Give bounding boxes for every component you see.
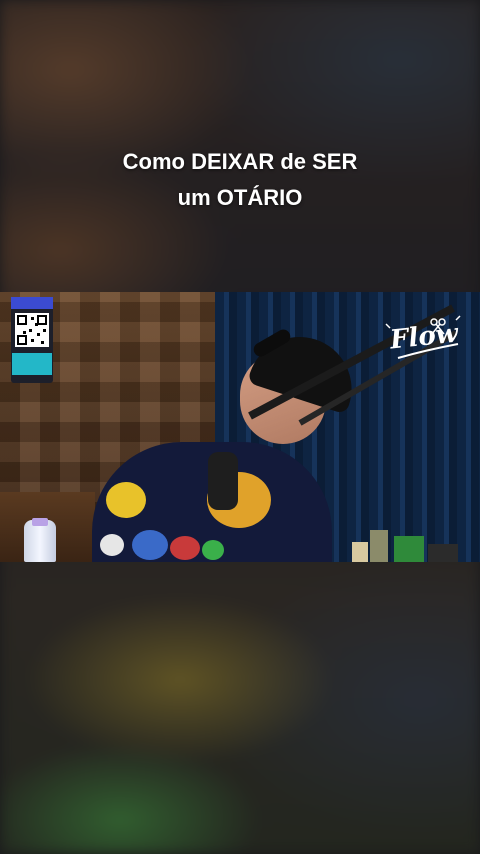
caption-line-2: um OTÁRIO [177,185,303,210]
qr-card-header [11,297,53,309]
desk-toys [352,530,458,562]
bottle-cap [32,518,48,526]
caption-line-1: Como DEIXAR de SER [122,149,358,174]
qr-code-card[interactable] [11,297,53,383]
water-bottle [24,520,56,562]
video-player[interactable]: Flow [0,292,480,562]
microphone [208,452,238,510]
qr-code-icon [15,313,49,347]
video-caption: Como DEIXAR de SER um OTÁRIO [0,144,480,216]
flow-podcast-logo: Flow [384,314,468,364]
qr-card-footer [12,353,52,375]
